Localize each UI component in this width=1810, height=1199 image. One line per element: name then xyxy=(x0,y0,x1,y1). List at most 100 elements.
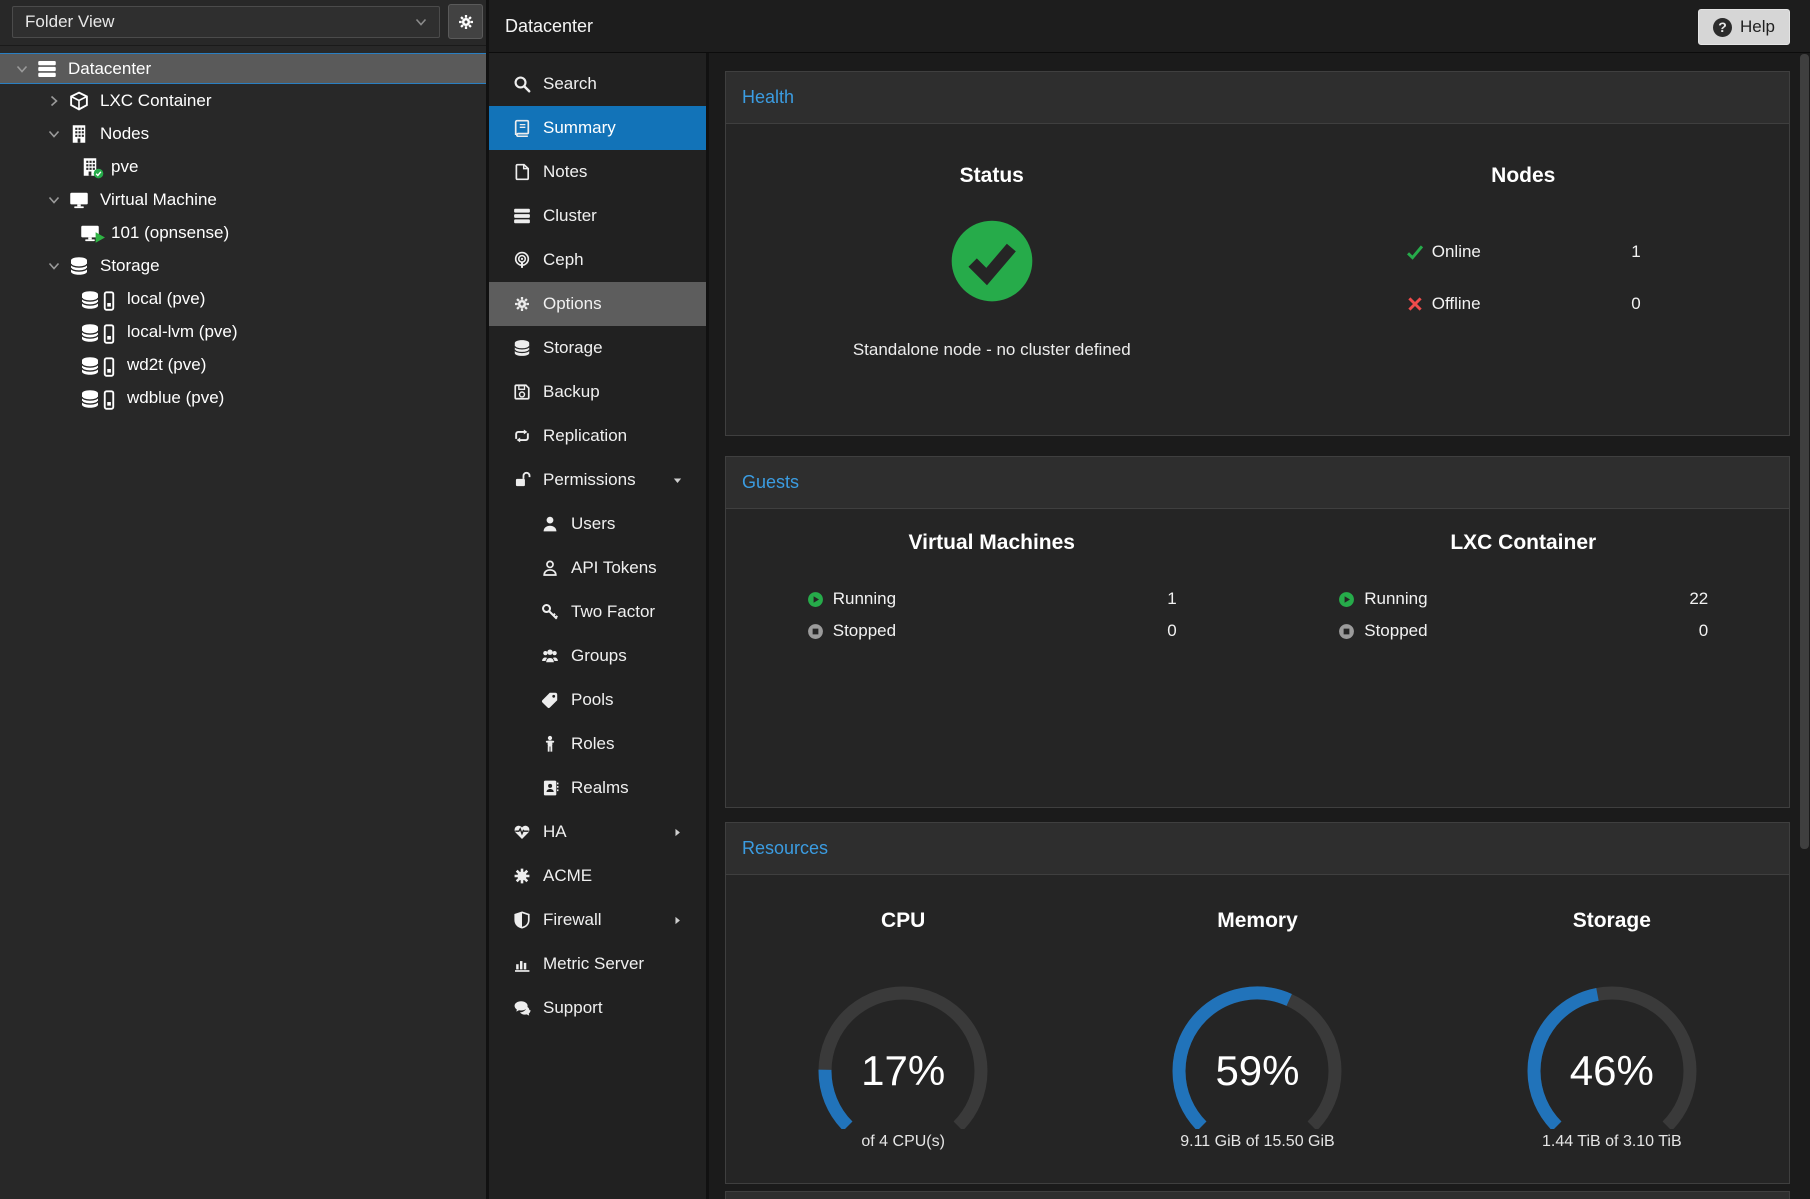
node-online-icon xyxy=(80,157,100,177)
menu-item-realms[interactable]: Realms xyxy=(489,766,706,810)
menu-item-cluster[interactable]: Cluster xyxy=(489,194,706,238)
tree-item-lxc-container[interactable]: LXC Container xyxy=(0,84,486,117)
menu-item-users[interactable]: Users xyxy=(489,502,706,546)
nodes-offline-value: 0 xyxy=(1631,294,1640,314)
health-panel-title: Health xyxy=(726,72,1789,124)
guests-panel: Guests Virtual Machines Running 1 xyxy=(725,456,1790,808)
status-ok-check-circle-icon xyxy=(949,218,1035,304)
menu-item-firewall[interactable]: Firewall xyxy=(489,898,706,942)
resources-panel-title: Resources xyxy=(726,823,1789,875)
view-mode-value: Folder View xyxy=(25,12,114,32)
tree-item-label: Virtual Machine xyxy=(100,190,217,210)
tree-settings-button[interactable] xyxy=(448,4,483,39)
tree-item-label: pve xyxy=(111,157,138,177)
chevron-down-icon[interactable] xyxy=(46,258,62,274)
question-icon: ? xyxy=(1713,18,1732,37)
menu-item-ceph[interactable]: Ceph xyxy=(489,238,706,282)
tag-icon xyxy=(541,691,559,709)
menu-item-search[interactable]: Search xyxy=(489,62,706,106)
menu-item-ha[interactable]: HA xyxy=(489,810,706,854)
menu-item-label: Notes xyxy=(543,162,587,182)
tree-item-storage-local[interactable]: local (pve) xyxy=(0,282,486,315)
chevron-down-icon[interactable] xyxy=(46,126,62,142)
caret-right-icon xyxy=(671,914,684,927)
memory-percent: 59% xyxy=(1157,1045,1357,1097)
tree-item-label: Datacenter xyxy=(68,59,151,79)
cpu-caption: of 4 CPU(s) xyxy=(861,1133,945,1151)
ceph-icon xyxy=(513,251,531,269)
database-icon xyxy=(513,339,531,357)
menu-item-pools[interactable]: Pools xyxy=(489,678,706,722)
menu-item-label: ACME xyxy=(543,866,592,886)
lxc-running-row: Running 22 xyxy=(1338,583,1708,615)
view-mode-select[interactable]: Folder View xyxy=(12,6,440,38)
menu-item-options[interactable]: Options xyxy=(489,282,706,326)
storage-heading: Storage xyxy=(1573,909,1651,933)
menu-item-acme[interactable]: ACME xyxy=(489,854,706,898)
menu-item-label: Groups xyxy=(571,646,627,666)
proxmox-app: Folder View Datacenter LXC Container xyxy=(0,0,1810,1199)
menu-item-support[interactable]: Support xyxy=(489,986,706,1030)
vm-running-value: 1 xyxy=(1167,589,1176,609)
menu-item-metric-server[interactable]: Metric Server xyxy=(489,942,706,986)
lxc-heading: LXC Container xyxy=(1450,531,1596,555)
online-check-badge-icon xyxy=(93,168,104,179)
tree-item-virtual-machine[interactable]: Virtual Machine xyxy=(0,183,486,216)
storage-gauge: 46% xyxy=(1512,979,1712,1129)
storage-percent: 46% xyxy=(1512,1045,1712,1097)
tree-item-nodes[interactable]: Nodes xyxy=(0,117,486,150)
menu-item-label: Permissions xyxy=(543,470,636,490)
tree-item-storage-local-lvm[interactable]: local-lvm (pve) xyxy=(0,315,486,348)
menu-item-replication[interactable]: Replication xyxy=(489,414,706,458)
menu-item-label: Summary xyxy=(543,118,616,138)
tree-item-datacenter[interactable]: Datacenter xyxy=(0,53,486,84)
menu-item-label: HA xyxy=(543,822,567,842)
tree-item-pve[interactable]: pve xyxy=(0,150,486,183)
tree-item-vm-101[interactable]: 101 (opnsense) xyxy=(0,216,486,249)
nodes-offline-row: Offline 0 xyxy=(1406,278,1641,330)
content-scrollbar-thumb[interactable] xyxy=(1800,54,1809,849)
tree-item-storage-wdblue[interactable]: wdblue (pve) xyxy=(0,381,486,414)
storage-disk-icon xyxy=(80,388,116,408)
next-panel-partial xyxy=(725,1191,1790,1199)
building-icon xyxy=(69,124,89,144)
tree-item-label: Nodes xyxy=(100,124,149,144)
stop-circle-icon xyxy=(807,623,824,640)
tree-item-label: wdblue (pve) xyxy=(127,388,224,408)
datacenter-menu: Search Summary Notes Cluster Ceph Option… xyxy=(489,53,709,1199)
menu-item-permissions[interactable]: Permissions xyxy=(489,458,706,502)
menu-item-label: Ceph xyxy=(543,250,584,270)
storage-disk-icon xyxy=(80,322,116,342)
address-book-icon xyxy=(541,779,559,797)
menu-item-groups[interactable]: Groups xyxy=(489,634,706,678)
menu-item-label: Options xyxy=(543,294,602,314)
menu-item-summary[interactable]: Summary xyxy=(489,106,706,150)
users-group-icon xyxy=(541,647,559,665)
menu-item-api-tokens[interactable]: API Tokens xyxy=(489,546,706,590)
menu-item-two-factor[interactable]: Two Factor xyxy=(489,590,706,634)
play-circle-icon xyxy=(807,591,824,608)
tree-item-label: local (pve) xyxy=(127,289,205,309)
bar-chart-icon xyxy=(513,955,531,973)
chevron-down-icon[interactable] xyxy=(46,192,62,208)
database-icon xyxy=(69,256,89,276)
tree-item-storage-wd2t[interactable]: wd2t (pve) xyxy=(0,348,486,381)
main-region: Datacenter ? Help Search Summary Notes C… xyxy=(489,0,1810,1199)
nodes-heading: Nodes xyxy=(1491,164,1555,188)
chevron-down-icon[interactable] xyxy=(14,61,30,77)
floppy-icon xyxy=(513,383,531,401)
chevron-right-icon[interactable] xyxy=(46,93,62,109)
menu-item-roles[interactable]: Roles xyxy=(489,722,706,766)
tree-item-storage[interactable]: Storage xyxy=(0,249,486,282)
lxc-stopped-row: Stopped 0 xyxy=(1338,615,1708,647)
server-icon xyxy=(513,207,531,225)
menu-item-notes[interactable]: Notes xyxy=(489,150,706,194)
menu-item-backup[interactable]: Backup xyxy=(489,370,706,414)
help-button[interactable]: ? Help xyxy=(1698,9,1790,45)
lxc-stopped-label: Stopped xyxy=(1364,621,1699,641)
book-icon xyxy=(513,119,531,137)
tree-item-label: wd2t (pve) xyxy=(127,355,206,375)
menu-item-storage[interactable]: Storage xyxy=(489,326,706,370)
gear-icon xyxy=(513,295,531,313)
nodes-online-value: 1 xyxy=(1631,242,1640,262)
